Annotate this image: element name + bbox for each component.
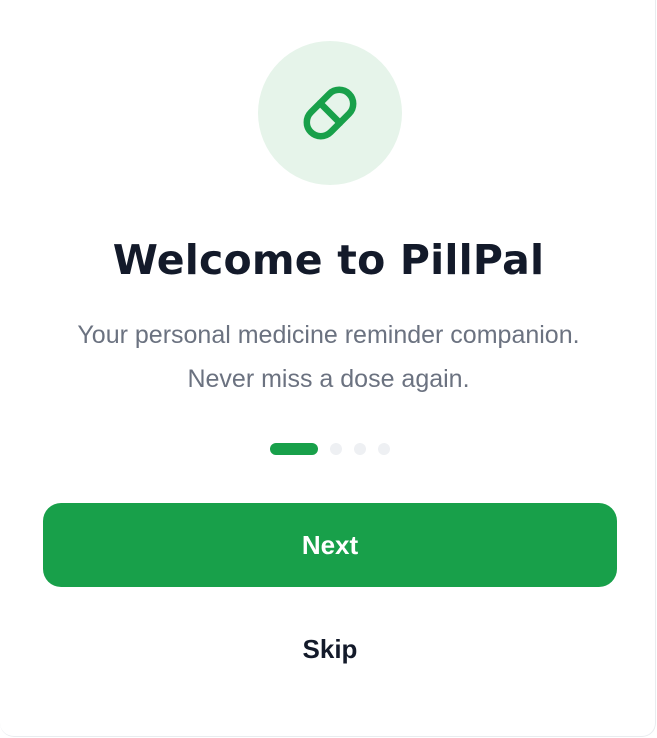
icon-badge xyxy=(258,41,402,185)
page-title: Welcome to PillPal xyxy=(112,236,545,284)
subtitle: Your personal medicine reminder companio… xyxy=(0,313,657,401)
onboarding-card: Welcome to PillPal Your personal medicin… xyxy=(0,0,656,737)
pagination-dot-1-active xyxy=(270,443,318,455)
pagination-dots xyxy=(270,443,402,455)
pagination-dot-3 xyxy=(354,443,366,455)
subtitle-line-2: Never miss a dose again. xyxy=(187,365,470,393)
pagination-dot-4 xyxy=(378,443,390,455)
next-button[interactable]: Next xyxy=(43,503,617,587)
pagination-dot-2 xyxy=(330,443,342,455)
skip-button[interactable]: Skip xyxy=(270,624,390,674)
pill-icon xyxy=(303,86,357,140)
subtitle-line-1: Your personal medicine reminder companio… xyxy=(77,321,580,349)
